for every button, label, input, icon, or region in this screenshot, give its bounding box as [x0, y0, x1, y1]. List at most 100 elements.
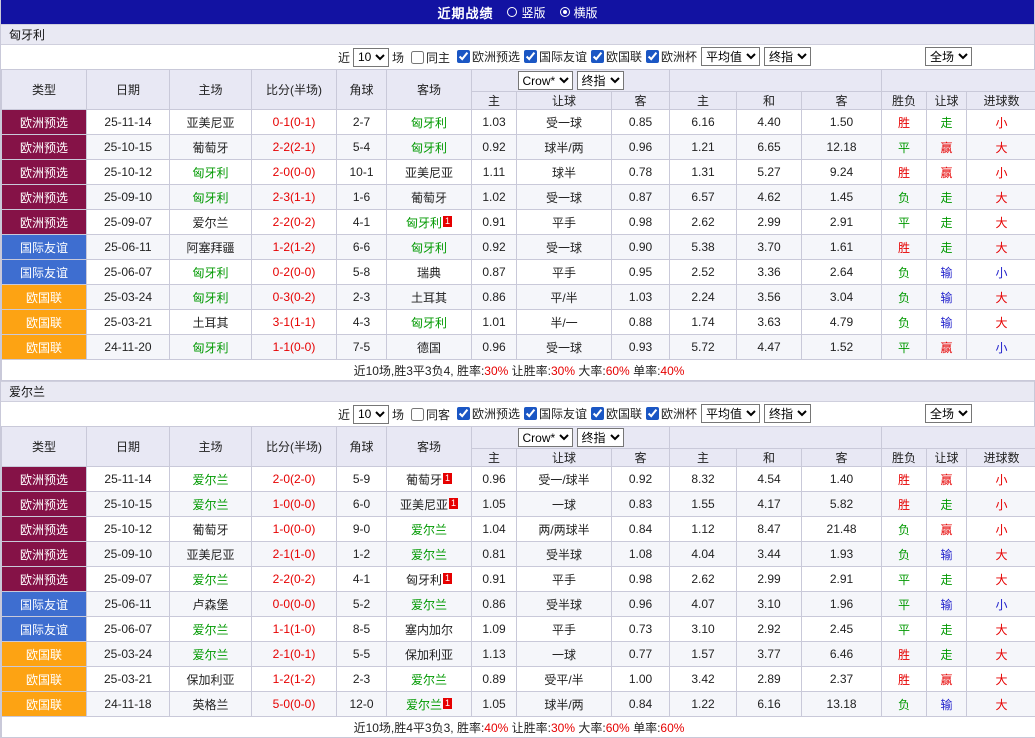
match-date: 25-10-15 — [87, 135, 170, 160]
competition-checkbox-input[interactable] — [646, 50, 659, 63]
home-team-cell: 爱尔兰 — [170, 467, 252, 492]
team-name: 爱尔兰 — [192, 648, 228, 662]
match-date: 25-03-24 — [87, 285, 170, 310]
eu-away-odds: 21.48 — [802, 517, 882, 542]
match-date: 25-09-10 — [87, 542, 170, 567]
result-outcome: 负 — [882, 310, 927, 335]
result-goals: 大 — [967, 235, 1035, 260]
competition-checkbox-input[interactable] — [591, 50, 604, 63]
same-venue-checkbox[interactable]: 同主 — [407, 49, 450, 66]
match-date: 25-06-07 — [87, 617, 170, 642]
result-goals: 大 — [967, 210, 1035, 235]
match-score: 2-1(1-0) — [252, 542, 337, 567]
match-score: 1-1(1-0) — [252, 617, 337, 642]
ah-odds-source-select[interactable]: Crow* — [518, 428, 573, 447]
competition-checkbox-label: 欧洲杯 — [661, 48, 697, 65]
eu-odds-source-select[interactable]: 平均值 — [701, 47, 760, 66]
ah-odds-source-select[interactable]: Crow* — [518, 71, 573, 90]
corner-score: 5-2 — [337, 592, 387, 617]
competition-checkbox-input[interactable] — [524, 50, 537, 63]
recent-count-select[interactable]: 10 — [353, 48, 389, 67]
competition-checkbox-input[interactable] — [457, 407, 470, 420]
competition-checkbox-input[interactable] — [591, 407, 604, 420]
ah-away-odds: 0.84 — [612, 517, 670, 542]
recent-count-select[interactable]: 10 — [353, 405, 389, 424]
summary-stat-value: 60% — [660, 721, 684, 735]
competition-checkbox[interactable]: 欧洲预选 — [453, 405, 520, 422]
competition-checkbox[interactable]: 欧国联 — [587, 405, 642, 422]
ah-handicap: 两/两球半 — [517, 517, 612, 542]
eu-odds-time-select[interactable]: 终指 — [764, 404, 811, 423]
fulltime-scope-select[interactable]: 全场 — [925, 404, 972, 423]
radio-icon[interactable] — [560, 7, 570, 17]
competition-type-badge: 欧国联 — [2, 692, 87, 717]
team-name: 塞内加尔 — [405, 623, 453, 637]
match-score: 0-1(0-1) — [252, 110, 337, 135]
fulltime-group-header — [882, 70, 1035, 92]
result-handicap: 输 — [927, 542, 967, 567]
eu-away-odds: 2.37 — [802, 667, 882, 692]
match-date: 24-11-18 — [87, 692, 170, 717]
result-goals: 小 — [967, 335, 1035, 360]
matches-body: 欧洲预选25-11-14亚美尼亚0-1(0-1)2-7匈牙利1.03受一球0.8… — [2, 110, 1035, 360]
ah-home-odds: 0.91 — [472, 210, 517, 235]
result-goals: 大 — [967, 135, 1035, 160]
ah-odds-group-header: Crow*终指 — [472, 70, 670, 92]
result-goals: 大 — [967, 285, 1035, 310]
team-name: 匈牙利 — [192, 191, 228, 205]
team-name: 英格兰 — [192, 698, 228, 712]
competition-checkbox[interactable]: 欧洲杯 — [642, 48, 697, 65]
competition-checkbox[interactable]: 国际友谊 — [520, 48, 587, 65]
view-option[interactable]: 横版 — [560, 4, 598, 21]
eu-odds-time-select[interactable]: 终指 — [764, 47, 811, 66]
competition-type-badge: 欧国联 — [2, 285, 87, 310]
match-score: 1-0(0-0) — [252, 517, 337, 542]
ah-handicap: 平手 — [517, 260, 612, 285]
result-goals: 小 — [967, 160, 1035, 185]
match-row: 欧洲预选25-09-07爱尔兰2-2(0-2)4-1匈牙利10.91平手0.98… — [2, 210, 1035, 235]
ah-handicap: 受一/球半 — [517, 467, 612, 492]
result-goals: 小 — [967, 110, 1035, 135]
competition-checkbox[interactable]: 欧洲预选 — [453, 48, 520, 65]
competition-checkbox[interactable]: 国际友谊 — [520, 405, 587, 422]
result-handicap: 赢 — [927, 517, 967, 542]
competition-checkbox-input[interactable] — [524, 407, 537, 420]
same-venue-checkbox-input[interactable] — [411, 51, 424, 64]
result-handicap: 走 — [927, 185, 967, 210]
competition-checkbox[interactable]: 欧洲杯 — [642, 405, 697, 422]
competition-checkbox[interactable]: 欧国联 — [587, 48, 642, 65]
view-option[interactable]: 竖版 — [507, 4, 545, 21]
same-venue-checkbox[interactable]: 同客 — [407, 406, 450, 423]
radio-icon[interactable] — [507, 7, 517, 17]
eu-draw-odds: 3.10 — [737, 592, 802, 617]
team-name: 爱尔兰 — [406, 698, 442, 712]
fulltime-scope-select[interactable]: 全场 — [925, 47, 972, 66]
team-name: 亚美尼亚 — [400, 498, 448, 512]
ah-home-odds: 0.92 — [472, 235, 517, 260]
summary-stat-label: 单率: — [630, 364, 661, 378]
eu-draw-odds: 4.47 — [737, 335, 802, 360]
same-venue-checkbox-input[interactable] — [411, 408, 424, 421]
match-date: 25-11-14 — [87, 467, 170, 492]
ah-home-odds: 0.86 — [472, 592, 517, 617]
result-goals: 大 — [967, 567, 1035, 592]
competition-checkbox-input[interactable] — [457, 50, 470, 63]
ah-odds-time-select[interactable]: 终指 — [577, 71, 624, 90]
result-outcome: 平 — [882, 567, 927, 592]
team-name: 爱尔兰 — [411, 523, 447, 537]
competition-checkbox-input[interactable] — [646, 407, 659, 420]
match-score: 2-2(2-1) — [252, 135, 337, 160]
corner-score: 12-0 — [337, 692, 387, 717]
match-score: 3-1(1-1) — [252, 310, 337, 335]
eu-draw-odds: 2.99 — [737, 210, 802, 235]
column-subheader: 客 — [612, 92, 670, 110]
eu-odds-source-select[interactable]: 平均值 — [701, 404, 760, 423]
table-header: 类型日期主场比分(半场)角球客场Crow*终指 主让球客主和客胜负让球进球数 — [2, 70, 1035, 110]
competition-type-badge: 欧国联 — [2, 642, 87, 667]
competition-type-badge: 国际友谊 — [2, 592, 87, 617]
ah-odds-time-select[interactable]: 终指 — [577, 428, 624, 447]
result-goals: 大 — [967, 542, 1035, 567]
result-handicap: 输 — [927, 692, 967, 717]
recent-suffix-label: 场 — [392, 49, 404, 66]
competition-filters: 欧洲预选国际友谊欧国联 欧洲杯 — [453, 48, 697, 66]
